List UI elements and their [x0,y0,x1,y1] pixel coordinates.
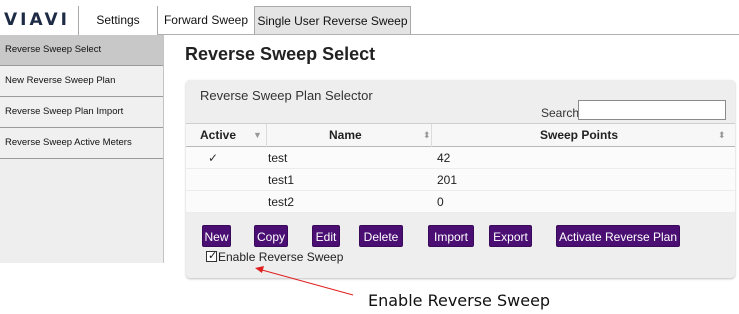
panel-title: Reverse Sweep Plan Selector [200,88,373,103]
column-header-name[interactable]: Name ⬍ [266,124,431,147]
sidebar-item-reverse-sweep-select[interactable]: Reverse Sweep Select [0,35,163,66]
export-button[interactable]: Export [489,225,532,247]
plan-name: test [268,151,288,165]
sweep-points: 42 [437,151,451,165]
delete-button[interactable]: Delete [359,225,403,247]
sweep-points: 0 [437,195,444,209]
sort-desc-icon: ▼ [253,130,262,140]
active-check-icon: ✓ [208,151,219,165]
new-button[interactable]: New [202,225,231,247]
sidebar-item-new-reverse-sweep-plan[interactable]: New Reverse Sweep Plan [0,66,163,97]
tab-single-user-reverse-sweep[interactable]: Single User Reverse Sweep [254,6,411,35]
copy-button[interactable]: Copy [254,225,288,247]
checkmark-icon: ✓ [208,250,218,262]
import-button[interactable]: Import [428,225,474,247]
table-row[interactable]: test2 0 [186,191,735,213]
sidebar-item-reverse-sweep-plan-import[interactable]: Reverse Sweep Plan Import [0,97,163,128]
viavi-logo: VIAVI [4,10,70,30]
edit-button[interactable]: Edit [312,225,340,247]
plan-name: test2 [268,195,295,209]
plans-table: Active ▼ Name ⬍ Sweep Points ⬍ ✓ test 42… [186,123,735,213]
annotation-label: Enable Reverse Sweep [368,291,551,310]
table-header: Active ▼ Name ⬍ Sweep Points ⬍ [186,123,735,147]
sidebar-item-reverse-sweep-active-meters[interactable]: Reverse Sweep Active Meters [0,128,163,159]
table-row[interactable]: ✓ test 42 [186,147,735,169]
column-label: Sweep Points [540,128,619,142]
column-header-active[interactable]: Active ▼ [186,124,266,147]
table-row[interactable]: test1 201 [186,169,735,191]
search-label: Search: [541,106,583,120]
tab-settings[interactable]: Settings [79,6,157,35]
top-bar: VIAVI Settings Forward Sweep Single User… [0,0,739,35]
page-title: Reverse Sweep Select [185,44,376,64]
enable-reverse-sweep-label[interactable]: Enable Reverse Sweep [218,249,343,265]
column-label: Active [200,128,237,142]
tab-forward-sweep[interactable]: Forward Sweep [158,6,254,35]
activate-reverse-plan-button[interactable]: Activate Reverse Plan [556,225,680,247]
sweep-points: 201 [437,173,458,187]
plan-name: test1 [268,173,295,187]
column-header-sweep-points[interactable]: Sweep Points ⬍ [431,124,735,147]
plan-selector-panel: Reverse Sweep Plan Selector Search: Acti… [186,80,735,278]
sidebar-filler [0,159,163,263]
sort-icon: ⬍ [718,130,726,140]
column-label: Name [329,128,362,142]
sort-icon: ⬍ [423,130,431,140]
enable-reverse-sweep-checkbox[interactable]: ✓ [206,250,218,262]
sidebar: Reverse Sweep Select New Reverse Sweep P… [0,35,164,263]
tab-baseline [158,34,739,35]
search-input[interactable] [578,100,726,120]
